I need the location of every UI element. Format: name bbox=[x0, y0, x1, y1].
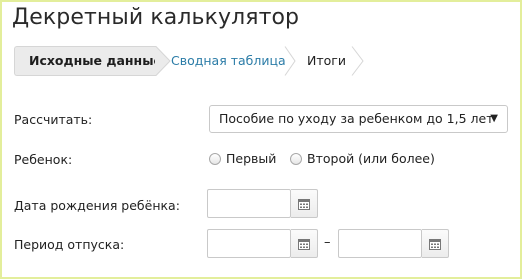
radio-circle-icon bbox=[290, 153, 302, 165]
birth-date-label: Дата рождения ребёнка: bbox=[14, 198, 180, 213]
calculate-select[interactable]: Пособие по уходу за ребенком до 1,5 лет … bbox=[209, 105, 508, 133]
step-arrow-separator bbox=[284, 46, 296, 76]
birth-date-calendar-button[interactable] bbox=[291, 189, 318, 218]
calendar-icon bbox=[298, 199, 310, 210]
leave-period-from-input[interactable] bbox=[207, 229, 291, 258]
leave-period-to-calendar-button[interactable] bbox=[422, 229, 449, 258]
step-arrow-end bbox=[351, 46, 364, 76]
calendar-icon bbox=[429, 239, 441, 250]
step-initial-data[interactable]: Исходные данные bbox=[14, 46, 162, 76]
calculate-label: Рассчитать: bbox=[14, 112, 93, 127]
page-title: Декретный калькулятор bbox=[12, 5, 300, 30]
step-initial-data-label: Исходные данные bbox=[29, 53, 162, 68]
step-arrow-active bbox=[155, 46, 171, 76]
radio-circle-icon bbox=[209, 153, 221, 165]
child-label: Ребенок: bbox=[14, 152, 73, 167]
calendar-icon bbox=[298, 239, 310, 250]
child-radio-first-label: Первый bbox=[226, 151, 277, 166]
calculate-select-value: Пособие по уходу за ребенком до 1,5 лет bbox=[219, 111, 494, 126]
leave-period-to-input[interactable] bbox=[338, 229, 422, 258]
caret-down-icon: ▼ bbox=[490, 113, 498, 124]
leave-period-label: Период отпуска: bbox=[14, 237, 125, 252]
child-radio-second-label: Второй (или более) bbox=[307, 151, 435, 166]
period-separator: – bbox=[324, 235, 331, 250]
birth-date-input[interactable] bbox=[207, 189, 291, 218]
step-summary-table[interactable]: Сводная таблица bbox=[171, 46, 286, 76]
leave-period-from-calendar-button[interactable] bbox=[291, 229, 318, 258]
step-results[interactable]: Итоги bbox=[307, 46, 346, 76]
steps-breadcrumb: Исходные данные Сводная таблица Итоги bbox=[14, 46, 370, 76]
calculator-panel: Декретный калькулятор Исходные данные Св… bbox=[0, 0, 522, 279]
